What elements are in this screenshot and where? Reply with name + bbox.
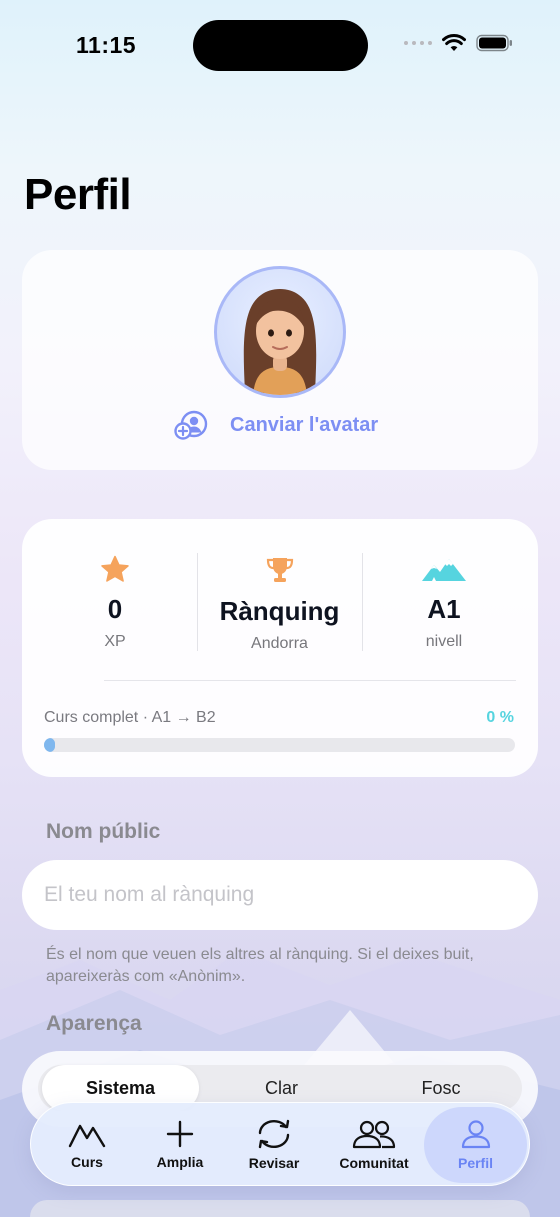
avatar[interactable]	[214, 266, 346, 398]
divider	[104, 680, 516, 681]
tab-label: Comunitat	[339, 1155, 409, 1171]
tab-revisar[interactable]: Revisar	[228, 1103, 320, 1187]
mountain-icon	[422, 559, 466, 581]
star-icon	[101, 555, 129, 582]
course-progress-label: Curs complet · A1 → B2	[44, 709, 216, 726]
stat-value: Rànquing	[219, 596, 340, 626]
stat-label: nivell	[425, 633, 463, 650]
tab-label: Curs	[71, 1154, 103, 1170]
tab-label: Revisar	[248, 1155, 300, 1171]
course-progress-bar	[44, 738, 515, 752]
tab-amplia[interactable]: Amplia	[134, 1103, 226, 1187]
avatar-card: Canviar l'avatar	[22, 250, 538, 470]
tab-curs[interactable]: Curs	[39, 1103, 135, 1187]
people-icon	[352, 1120, 396, 1149]
public-name-section-title: Nom públic	[46, 820, 161, 843]
divider	[362, 553, 363, 651]
status-bar: 11:15	[0, 0, 560, 90]
mountain-outline-icon	[68, 1124, 106, 1148]
stat-value: 0	[107, 594, 123, 624]
trophy-icon	[266, 558, 293, 582]
wifi-icon	[442, 34, 466, 51]
battery-icon	[476, 34, 512, 52]
stat-value: A1	[427, 594, 461, 624]
tab-comunitat[interactable]: Comunitat	[324, 1103, 424, 1187]
divider	[197, 553, 198, 651]
plus-icon	[166, 1120, 194, 1148]
status-time: 11:15	[76, 32, 137, 58]
cellular-signal-icon	[404, 41, 432, 45]
stat-label: Andorra	[251, 635, 308, 652]
appearance-section-title: Aparença	[46, 1012, 142, 1035]
tab-bar: Curs Amplia Revisar Comunitat Perfil	[30, 1102, 530, 1186]
stat-label: XP	[104, 633, 126, 650]
change-avatar-button[interactable]: Canviar l'avatar	[174, 410, 378, 440]
stats-card: 0 XP Rànquing Andorra A1 nivell Curs com…	[22, 519, 538, 777]
public-name-input[interactable]	[22, 860, 538, 930]
course-progress-percent: 0 %	[486, 709, 514, 726]
refresh-icon	[258, 1119, 290, 1149]
tab-label: Perfil	[457, 1155, 493, 1171]
dynamic-island	[193, 20, 368, 71]
course-progress-fill	[44, 738, 55, 752]
next-card-peek	[30, 1200, 530, 1217]
stat-level: A1 nivell	[379, 555, 509, 651]
change-avatar-label: Canviar l'avatar	[230, 413, 379, 436]
stat-xp: 0 XP	[50, 555, 180, 651]
public-name-helper-text: És el nom que veuen els altres al rànqui…	[46, 946, 474, 985]
stat-ranking[interactable]: Rànquing Andorra	[202, 555, 357, 653]
avatar-illustration	[243, 289, 317, 395]
tab-perfil[interactable]: Perfil	[424, 1107, 527, 1183]
change-avatar-icon	[174, 410, 208, 440]
person-icon	[461, 1120, 490, 1149]
tab-label: Amplia	[156, 1154, 204, 1170]
page-title: Perfil	[24, 170, 132, 219]
